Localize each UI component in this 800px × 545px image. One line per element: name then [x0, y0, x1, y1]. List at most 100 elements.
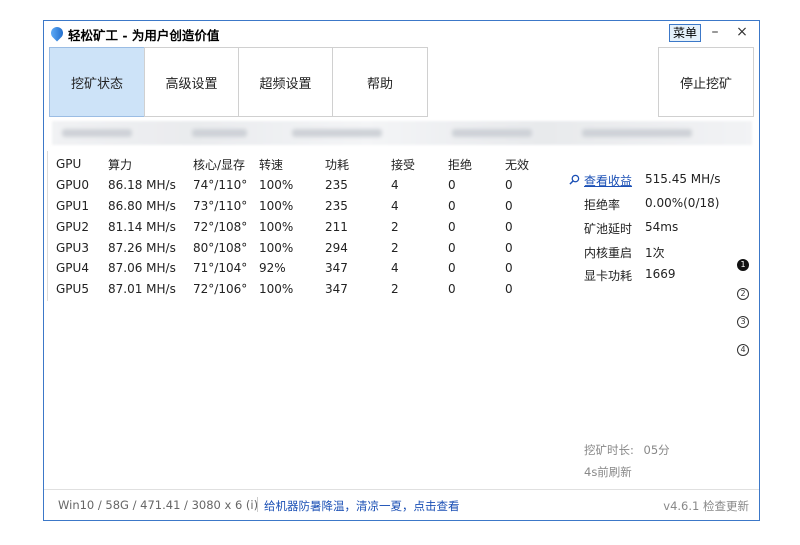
mining-time-value: 05分 — [643, 443, 670, 457]
cell: 87.01 MH/s — [108, 282, 176, 297]
cell: 0 — [448, 261, 456, 276]
col-invalid: 无效 — [505, 157, 530, 172]
cell: 87.06 MH/s — [108, 261, 176, 276]
table-row: GPU4 87.06 MH/s 71°/104° 92% 347 4 0 0 — [56, 258, 545, 279]
magnifier-icon[interactable] — [569, 174, 580, 185]
cell: 81.14 MH/s — [108, 219, 176, 234]
view-earnings-link[interactable]: 查看收益 — [584, 172, 632, 189]
cell: 0 — [505, 282, 513, 297]
cell: 0 — [505, 240, 513, 255]
mining-time: 挖矿时长: 05分 — [584, 442, 670, 458]
left-divider — [47, 151, 48, 301]
mining-time-label: 挖矿时长: — [584, 443, 634, 457]
cell: 0 — [448, 178, 456, 193]
cell: 74°/110° — [193, 178, 248, 193]
cell: 0 — [505, 219, 513, 234]
table-row: GPU3 87.26 MH/s 80°/108° 100% 294 2 0 0 — [56, 237, 545, 258]
page-dot-2[interactable]: 2 — [737, 288, 749, 300]
cell: 80°/108° — [193, 240, 248, 255]
cell: 0 — [448, 219, 456, 234]
cell: 73°/110° — [193, 198, 248, 213]
cell: 100% — [259, 219, 294, 234]
cell: 72°/106° — [193, 282, 248, 297]
col-hashrate: 算力 — [108, 157, 133, 172]
cell: 86.80 MH/s — [108, 198, 176, 213]
gpu-power-label: 显卡功耗 — [584, 269, 633, 283]
cell: 71°/104° — [193, 261, 248, 276]
table-row: GPU2 81.14 MH/s 72°/108° 100% 211 2 0 0 — [56, 216, 545, 237]
cell: 0 — [448, 198, 456, 213]
cell: 235 — [325, 178, 348, 193]
cell: 0 — [448, 240, 456, 255]
cell: 4 — [391, 198, 399, 213]
cell: GPU5 — [56, 282, 89, 297]
table-row: GPU0 86.18 MH/s 74°/110° 100% 235 4 0 0 — [56, 175, 545, 196]
window-title: 轻松矿工 - 为用户创造价值 — [68, 28, 220, 43]
col-gpu: GPU — [56, 157, 82, 172]
cell: 92% — [259, 261, 286, 276]
cell: 100% — [259, 198, 294, 213]
blurred-pool-info-bar — [52, 121, 752, 145]
version-check-update[interactable]: v4.6.1 检查更新 — [663, 498, 749, 514]
table-row: GPU1 86.80 MH/s 73°/110° 100% 235 4 0 0 — [56, 196, 545, 217]
col-fan: 转速 — [259, 157, 284, 172]
page-dot-1[interactable]: 1 — [737, 259, 749, 271]
cell: 294 — [325, 240, 348, 255]
cell: GPU1 — [56, 198, 89, 213]
total-hashrate: 515.45 MH/s — [645, 172, 721, 186]
status-divider — [257, 497, 258, 512]
cell: GPU0 — [56, 178, 89, 193]
page-dot-3[interactable]: 3 — [737, 316, 749, 328]
kernel-restart-value: 1次 — [645, 246, 665, 260]
cell: GPU3 — [56, 240, 89, 255]
table-header-row: GPU 算力 核心/显存 转速 功耗 接受 拒绝 无效 — [56, 154, 545, 175]
reject-rate-value: 0.00%(0/18) — [645, 196, 720, 210]
system-info: Win10 / 58G / 471.41 / 3080 x 6 (i) — [58, 498, 259, 512]
reject-rate-label: 拒绝率 — [584, 198, 621, 212]
cell: 2 — [391, 219, 399, 234]
gpu-power-value: 1669 — [645, 267, 676, 281]
main-window: 轻松矿工 - 为用户创造价值 菜单 – × 挖矿状态 高级设置 超频设置 帮助 … — [43, 20, 760, 521]
cell: 86.18 MH/s — [108, 178, 176, 193]
cell: 0 — [505, 178, 513, 193]
refresh-info: 4s前刷新 — [584, 465, 632, 479]
tab-mining-status[interactable]: 挖矿状态 — [49, 47, 145, 117]
col-core-mem: 核心/显存 — [193, 157, 246, 172]
cell: 0 — [505, 198, 513, 213]
cell: 100% — [259, 282, 294, 297]
cell: 72°/108° — [193, 219, 248, 234]
stop-mining-button[interactable]: 停止挖矿 — [658, 47, 754, 117]
page-dot-4[interactable]: 4 — [737, 344, 749, 356]
col-rejected: 拒绝 — [448, 157, 473, 172]
app-logo-icon — [48, 24, 66, 42]
cell: 4 — [391, 261, 399, 276]
tab-advanced-settings[interactable]: 高级设置 — [144, 47, 239, 117]
title-bar: 轻松矿工 - 为用户创造价值 菜单 – × — [44, 21, 759, 45]
cell: GPU2 — [56, 219, 89, 234]
tab-overclock-settings[interactable]: 超频设置 — [238, 47, 333, 117]
cell: 87.26 MH/s — [108, 240, 176, 255]
cell: 0 — [505, 261, 513, 276]
status-bar: Win10 / 58G / 471.41 / 3080 x 6 (i) 给机器防… — [44, 489, 759, 520]
menu-button[interactable]: 菜单 — [669, 24, 701, 42]
cooling-promo-link[interactable]: 给机器防暑降温，清凉一夏，点击查看 — [264, 498, 460, 514]
pool-latency-label: 矿池延时 — [584, 222, 633, 236]
cell: 211 — [325, 219, 348, 234]
col-power: 功耗 — [325, 157, 350, 172]
col-accepted: 接受 — [391, 157, 416, 172]
cell: 235 — [325, 198, 348, 213]
tab-help[interactable]: 帮助 — [332, 47, 428, 117]
cell: 100% — [259, 240, 294, 255]
cell: 100% — [259, 178, 294, 193]
table-row: GPU5 87.01 MH/s 72°/106° 100% 347 2 0 0 — [56, 279, 545, 300]
cell: 2 — [391, 282, 399, 297]
cell: GPU4 — [56, 261, 89, 276]
kernel-restart-label: 内核重启 — [584, 246, 633, 260]
toolbar: 挖矿状态 高级设置 超频设置 帮助 停止挖矿 — [49, 47, 755, 117]
minimize-icon[interactable]: – — [705, 24, 725, 40]
close-icon[interactable]: × — [732, 24, 752, 40]
gpu-table: GPU 算力 核心/显存 转速 功耗 接受 拒绝 无效 GPU0 86.18 M… — [56, 154, 545, 300]
cell: 347 — [325, 261, 348, 276]
cell: 2 — [391, 240, 399, 255]
cell: 347 — [325, 282, 348, 297]
